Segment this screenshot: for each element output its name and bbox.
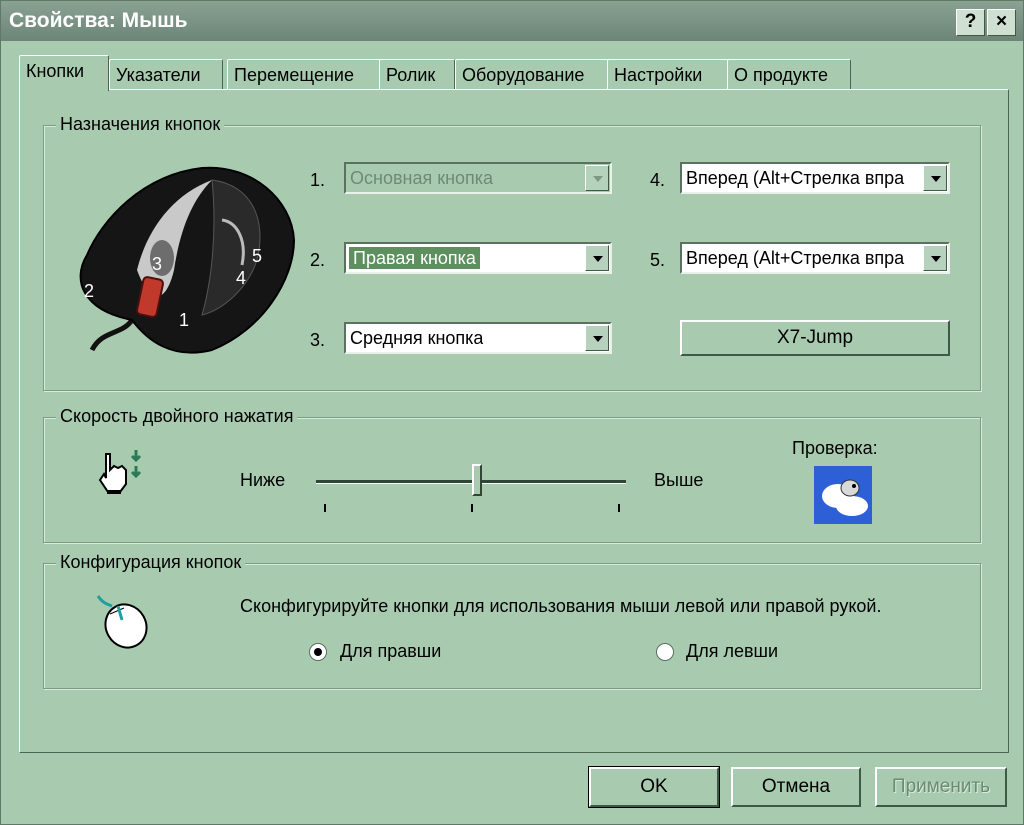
x7-jump-button[interactable]: X7-Jump <box>680 320 950 356</box>
right-hand-radio[interactable] <box>309 643 327 661</box>
assignment-5-number: 5. <box>650 250 666 270</box>
mouse-label-4: 4 <box>236 268 246 288</box>
right-hand-label[interactable]: Для правши <box>340 641 441 662</box>
left-hand-label[interactable]: Для левши <box>686 641 778 662</box>
test-label: Проверка: <box>792 438 878 458</box>
config-description: Сконфигурируйте кнопки для использования… <box>240 596 882 616</box>
assignment-4-value: Вперед (Alt+Стрелка впра <box>686 168 905 188</box>
tab-wheel[interactable]: Ролик <box>379 59 455 90</box>
mouse-image: 3 2 1 4 5 <box>79 166 296 354</box>
tab-about[interactable]: О продукте <box>727 59 851 90</box>
assignment-3-select[interactable]: Средняя кнопка <box>344 322 612 354</box>
title-bar: Свойства: Мышь ? × <box>1 1 1023 41</box>
assignment-2-number: 2. <box>310 250 326 270</box>
mouse-label-3: 3 <box>152 254 162 274</box>
assignment-4-number: 4. <box>650 170 666 190</box>
assignment-2-value: Правая кнопка <box>349 247 480 269</box>
assignment-3-value: Средняя кнопка <box>350 328 484 348</box>
radio-selected-dot <box>314 648 322 656</box>
assignment-2-select[interactable]: Правая кнопка <box>344 242 612 274</box>
apply-button[interactable]: Применить <box>875 767 1007 807</box>
speed-high-label: Выше <box>654 470 704 490</box>
double-click-speed-group: Скорость двойного нажатия Ниже Выше Пров… <box>43 406 981 543</box>
mouse-label-5: 5 <box>252 246 262 266</box>
slider-tick <box>324 504 326 512</box>
tab-buttons[interactable]: Кнопки <box>19 55 109 91</box>
test-area-icon[interactable] <box>814 466 872 524</box>
speed-slider-track[interactable] <box>316 480 626 484</box>
mouse-label-2: 2 <box>84 281 94 301</box>
slider-tick <box>471 504 473 512</box>
button-configuration-group: Конфигурация кнопок Сконфигурируйте кноп… <box>43 552 981 689</box>
assignment-3-number: 3. <box>310 330 326 350</box>
close-button[interactable]: × <box>987 9 1016 36</box>
pointing-hand-icon <box>98 450 142 494</box>
button-configuration-label: Конфигурация кнопок <box>56 552 246 573</box>
assignment-4-select[interactable]: Вперед (Alt+Стрелка впра <box>680 162 950 194</box>
mouse-properties-window: Свойства: Мышь ? × Кнопки Указатели Пере… <box>0 0 1024 825</box>
chevron-down-icon[interactable] <box>585 325 609 351</box>
chevron-down-icon[interactable] <box>923 165 947 191</box>
tab-pointers[interactable]: Указатели <box>109 59 223 90</box>
ok-button[interactable]: OK <box>588 766 720 808</box>
assignment-1-number: 1. <box>310 170 326 190</box>
left-hand-radio[interactable] <box>656 643 674 661</box>
assignment-1-select: Основная кнопка <box>344 162 612 194</box>
assignment-5-value: Вперед (Alt+Стрелка впра <box>686 248 905 268</box>
chevron-down-icon[interactable] <box>585 245 609 271</box>
tab-hardware[interactable]: Оборудование <box>455 59 615 90</box>
double-click-speed-label: Скорость двойного нажатия <box>56 406 298 427</box>
assignment-5-select[interactable]: Вперед (Alt+Стрелка впра <box>680 242 950 274</box>
cancel-button[interactable]: Отмена <box>731 767 861 807</box>
assignment-1-value: Основная кнопка <box>350 168 494 188</box>
tab-settings[interactable]: Настройки <box>607 59 733 90</box>
chevron-down-icon <box>585 165 609 191</box>
button-assignments-group: Назначения кнопок 3 2 1 4 5 1. Основная … <box>43 114 981 391</box>
mouse-icon <box>96 595 148 649</box>
help-button[interactable]: ? <box>956 9 985 36</box>
window-title: Свойства: Мышь <box>9 9 188 32</box>
tab-motion[interactable]: Перемещение <box>227 59 383 90</box>
slider-tick <box>618 504 620 512</box>
button-assignments-label: Назначения кнопок <box>56 114 225 135</box>
speed-low-label: Ниже <box>240 470 286 490</box>
chevron-down-icon[interactable] <box>923 245 947 271</box>
mouse-label-1: 1 <box>179 310 189 330</box>
speed-slider-thumb[interactable] <box>472 464 483 496</box>
